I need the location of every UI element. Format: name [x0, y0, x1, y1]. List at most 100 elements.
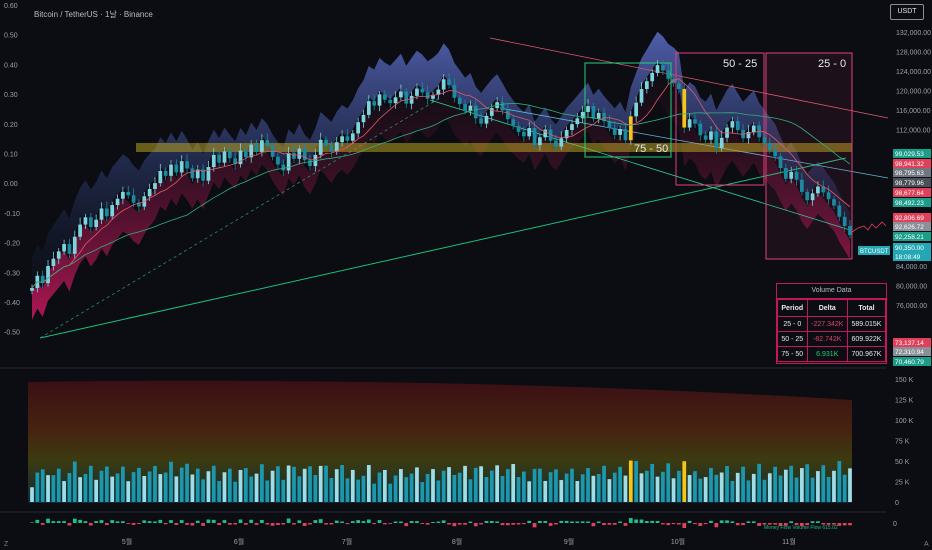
oscillator-bar	[671, 523, 676, 525]
candle-body	[340, 136, 344, 143]
oscillator-bar	[324, 523, 328, 525]
price-badge-label: 73,137.14	[895, 340, 924, 347]
volume-bar	[409, 473, 414, 502]
candle-body	[559, 138, 564, 147]
candle-body	[628, 116, 633, 141]
volume-axis-tick: 50 K	[895, 459, 910, 466]
oscillator-bar	[185, 523, 189, 525]
volume-bar	[265, 480, 270, 502]
oscillator-bar	[243, 523, 248, 525]
volume-bar	[249, 476, 254, 502]
period-cell: 50 - 25	[777, 331, 808, 347]
oscillator-bar	[741, 523, 745, 526]
volume-bar	[425, 473, 430, 502]
volume-bar	[527, 481, 532, 502]
volume-bar	[650, 463, 655, 502]
candle-body	[666, 70, 671, 79]
volume-bar	[602, 465, 606, 502]
volume-bar	[709, 467, 713, 502]
oscillator-bar	[222, 520, 227, 523]
candle-body	[420, 88, 425, 93]
volume-bar	[286, 465, 291, 502]
oscillator-bar	[88, 523, 93, 526]
volume-bar	[270, 470, 275, 502]
volume-bar	[816, 471, 820, 502]
volume-bar	[805, 464, 810, 502]
volume-bar	[169, 461, 173, 502]
candle-body	[104, 208, 109, 217]
volume-bar	[452, 474, 457, 502]
volume-bar	[147, 471, 152, 502]
candle-body	[570, 124, 574, 130]
period-cell: 25 - 0	[777, 316, 808, 332]
oscillator-bar	[227, 523, 232, 525]
volume-bar	[473, 467, 478, 502]
volume-bar	[201, 479, 205, 502]
oscillator-bar	[655, 521, 660, 523]
volume-bar	[185, 463, 189, 502]
volume-bar	[350, 469, 355, 502]
oscillator-bar	[297, 520, 302, 523]
volume-bar	[297, 476, 302, 502]
candle-body	[388, 99, 393, 104]
oscillator-bar	[169, 520, 173, 523]
oscillator-bar	[602, 523, 606, 526]
volume-bar	[468, 479, 473, 502]
volume-table-title: Volume Data	[777, 284, 886, 299]
left-axis-tick: 0.10	[4, 152, 18, 159]
candle-body	[163, 170, 168, 176]
candle-body	[131, 195, 136, 203]
oscillator-bar	[388, 523, 393, 524]
oscillator-bar	[254, 523, 259, 525]
candle-body	[393, 97, 398, 104]
volume-bar	[217, 481, 221, 502]
oscillator-bar	[543, 521, 548, 523]
oscillator-bar	[516, 523, 521, 525]
oscillator-bar	[399, 521, 403, 523]
volume-bar	[260, 464, 264, 502]
volume-bar	[211, 465, 216, 502]
candle-body	[345, 136, 350, 141]
volume-bar	[302, 468, 307, 502]
oscillator-bar	[260, 520, 264, 523]
oscillator-bar	[201, 523, 205, 526]
candle-body	[778, 156, 783, 169]
volume-bar	[837, 461, 842, 502]
volume-bar	[682, 461, 687, 502]
volume-bar	[618, 466, 622, 502]
x-axis: 5월 6월 7월 8월 9월 10월 11월	[122, 537, 796, 546]
oscillator-bar	[356, 520, 361, 523]
candle-body	[773, 149, 778, 157]
candle-body	[767, 143, 772, 150]
left-axis-tick: -0.10	[4, 211, 20, 218]
candle-body	[227, 151, 232, 159]
candle-body	[634, 102, 639, 117]
volume-bar	[78, 477, 82, 502]
oscillator-bar	[121, 521, 125, 523]
volume-bar	[725, 466, 729, 502]
oscillator-bar	[420, 523, 425, 524]
candle-body	[832, 199, 836, 206]
volume-bar	[121, 466, 125, 502]
nav-arrow-icon: A	[924, 541, 929, 548]
oscillator-bar	[698, 523, 703, 526]
oscillator-bar	[361, 521, 366, 523]
volume-bar	[505, 469, 510, 502]
volume-bar	[762, 479, 767, 502]
candle-body	[730, 121, 735, 128]
volume-bar	[56, 468, 61, 502]
candle-body	[623, 129, 628, 141]
oscillator-bar	[607, 523, 612, 525]
volume-bar	[639, 473, 644, 502]
candle-body	[366, 101, 371, 115]
volume-axis-tick: 75 K	[895, 439, 910, 446]
candle-body	[618, 129, 622, 135]
price-axis-tick: 112,000.00	[896, 128, 931, 135]
price-axis-tick: 124,000.00	[896, 69, 931, 76]
x-axis-tick: 6월	[234, 537, 244, 546]
total-cell: 589.015K	[846, 316, 887, 332]
oscillator-bar	[468, 521, 473, 523]
candle-body	[169, 164, 173, 176]
candle-body	[190, 168, 195, 179]
volume-bar	[356, 479, 361, 502]
